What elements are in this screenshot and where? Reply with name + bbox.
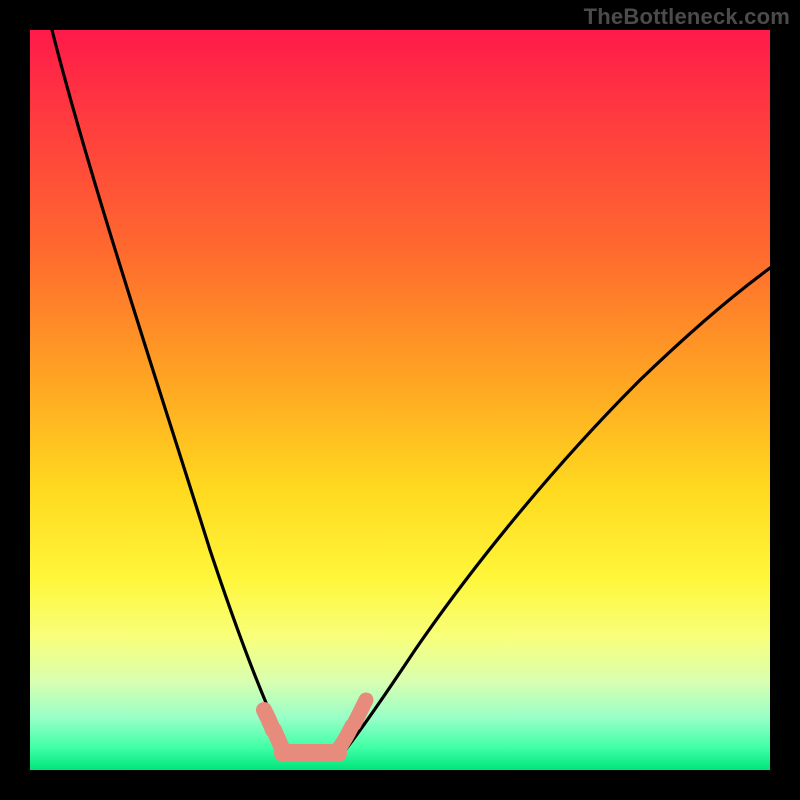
chart-svg xyxy=(30,30,770,770)
watermark-text: TheBottleneck.com xyxy=(584,4,790,30)
valley-left-blobs xyxy=(264,710,283,750)
chart-frame: TheBottleneck.com xyxy=(0,0,800,800)
left-curve xyxy=(52,30,292,754)
right-curve xyxy=(342,268,770,754)
